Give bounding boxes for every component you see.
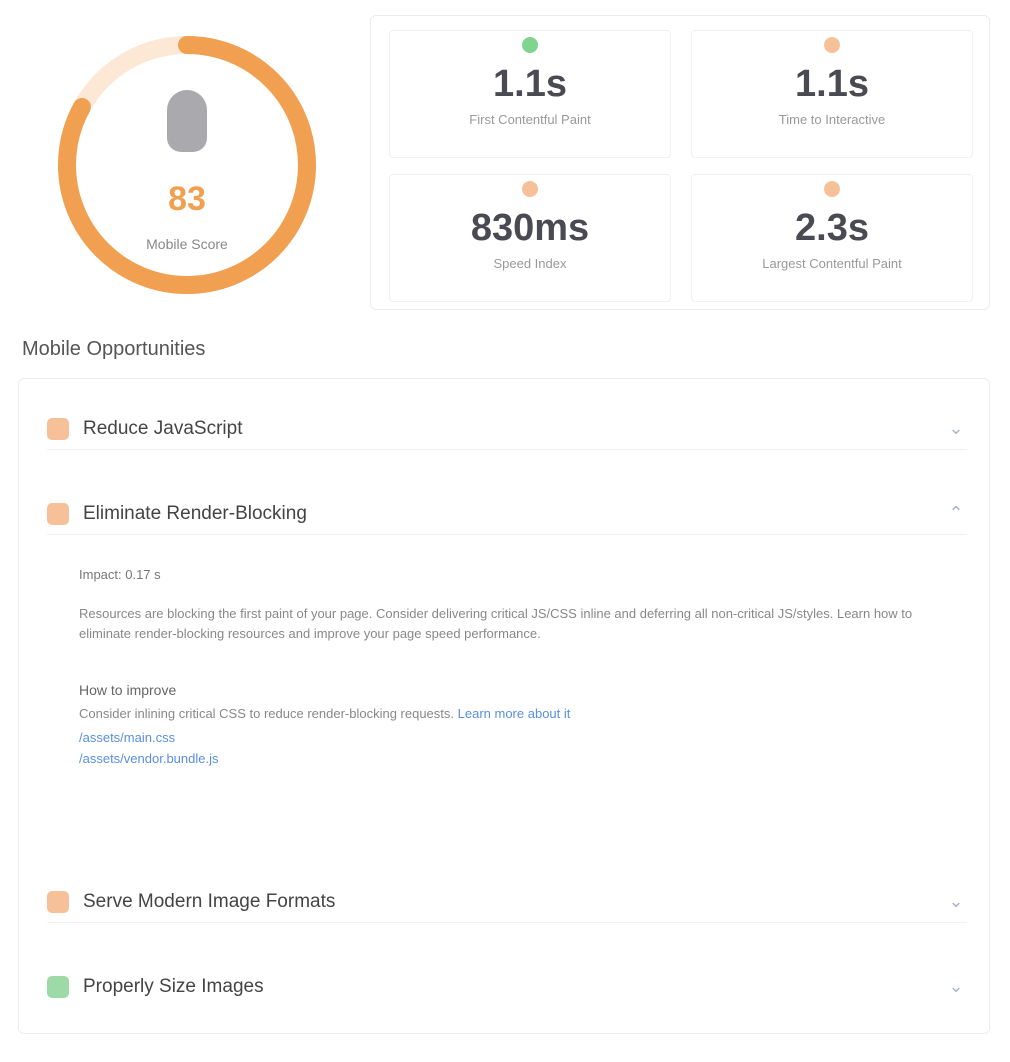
severity-badge xyxy=(47,418,69,440)
severity-badge xyxy=(47,976,69,998)
metric-card: 830ms Speed Index xyxy=(389,174,671,302)
gauge-score: 83 xyxy=(168,180,206,218)
status-dot xyxy=(522,37,538,53)
gauge-label: Mobile Score xyxy=(146,236,228,252)
metric-value: 1.1s xyxy=(493,63,567,105)
resource-link[interactable]: /assets/vendor.bundle.js xyxy=(79,751,929,766)
score-gauge: 83 Mobile Score xyxy=(52,30,322,300)
impact-meta: Impact: 0.17 s xyxy=(79,567,161,582)
chevron-down-icon[interactable]: ⌄ xyxy=(945,418,967,440)
how-to-improve-text: Consider inlining critical CSS to reduce… xyxy=(79,706,455,721)
metric-card: 2.3s Largest Contentful Paint xyxy=(691,174,973,302)
metric-label: Speed Index xyxy=(493,256,567,271)
issue-row[interactable]: Reduce JavaScript ⌄ xyxy=(47,409,967,450)
status-dot xyxy=(824,37,840,53)
metric-value: 1.1s xyxy=(795,63,869,105)
issue-description: Resources are blocking the first paint o… xyxy=(79,606,913,641)
issues-card: Reduce JavaScript ⌄ Eliminate Render-Blo… xyxy=(18,378,990,1034)
severity-badge xyxy=(47,891,69,913)
section-title: Mobile Opportunities xyxy=(22,338,206,360)
metrics-grid: 1.1s First Contentful Paint 1.1s Time to… xyxy=(370,15,990,310)
issue-row[interactable]: Eliminate Render-Blocking ⌃ xyxy=(47,494,967,535)
status-dot xyxy=(824,181,840,197)
chevron-up-icon[interactable]: ⌃ xyxy=(945,503,967,525)
issue-row[interactable]: Properly Size Images ⌄ xyxy=(47,967,967,1007)
issue-title: Eliminate Render-Blocking xyxy=(83,503,307,524)
resource-link[interactable]: /assets/main.css xyxy=(79,730,929,745)
issue-title: Serve Modern Image Formats xyxy=(83,891,336,912)
issue-detail: Impact: 0.17 s Resources are blocking th… xyxy=(79,567,929,766)
metric-value: 830ms xyxy=(470,207,590,249)
how-to-improve-text: Consider inlining critical CSS to reduce… xyxy=(79,704,929,724)
device-icon xyxy=(167,90,207,160)
issue-title: Properly Size Images xyxy=(83,976,264,997)
metric-value: 2.3s xyxy=(795,207,869,249)
metric-card: 1.1s First Contentful Paint xyxy=(389,30,671,158)
metric-card: 1.1s Time to Interactive xyxy=(691,30,973,158)
metric-label: Time to Interactive xyxy=(778,112,886,127)
metric-label: Largest Contentful Paint xyxy=(762,256,902,271)
chevron-down-icon[interactable]: ⌄ xyxy=(945,891,967,913)
chevron-down-icon[interactable]: ⌄ xyxy=(945,976,967,998)
severity-badge xyxy=(47,503,69,525)
learn-more-link[interactable]: Learn more about it xyxy=(458,706,571,721)
status-dot xyxy=(522,181,538,197)
how-to-improve-title: How to improve xyxy=(79,682,177,698)
metric-label: First Contentful Paint xyxy=(469,112,591,127)
issue-row[interactable]: Serve Modern Image Formats ⌄ xyxy=(47,882,967,923)
gauge-ring xyxy=(58,36,316,294)
issue-title: Reduce JavaScript xyxy=(83,418,243,439)
